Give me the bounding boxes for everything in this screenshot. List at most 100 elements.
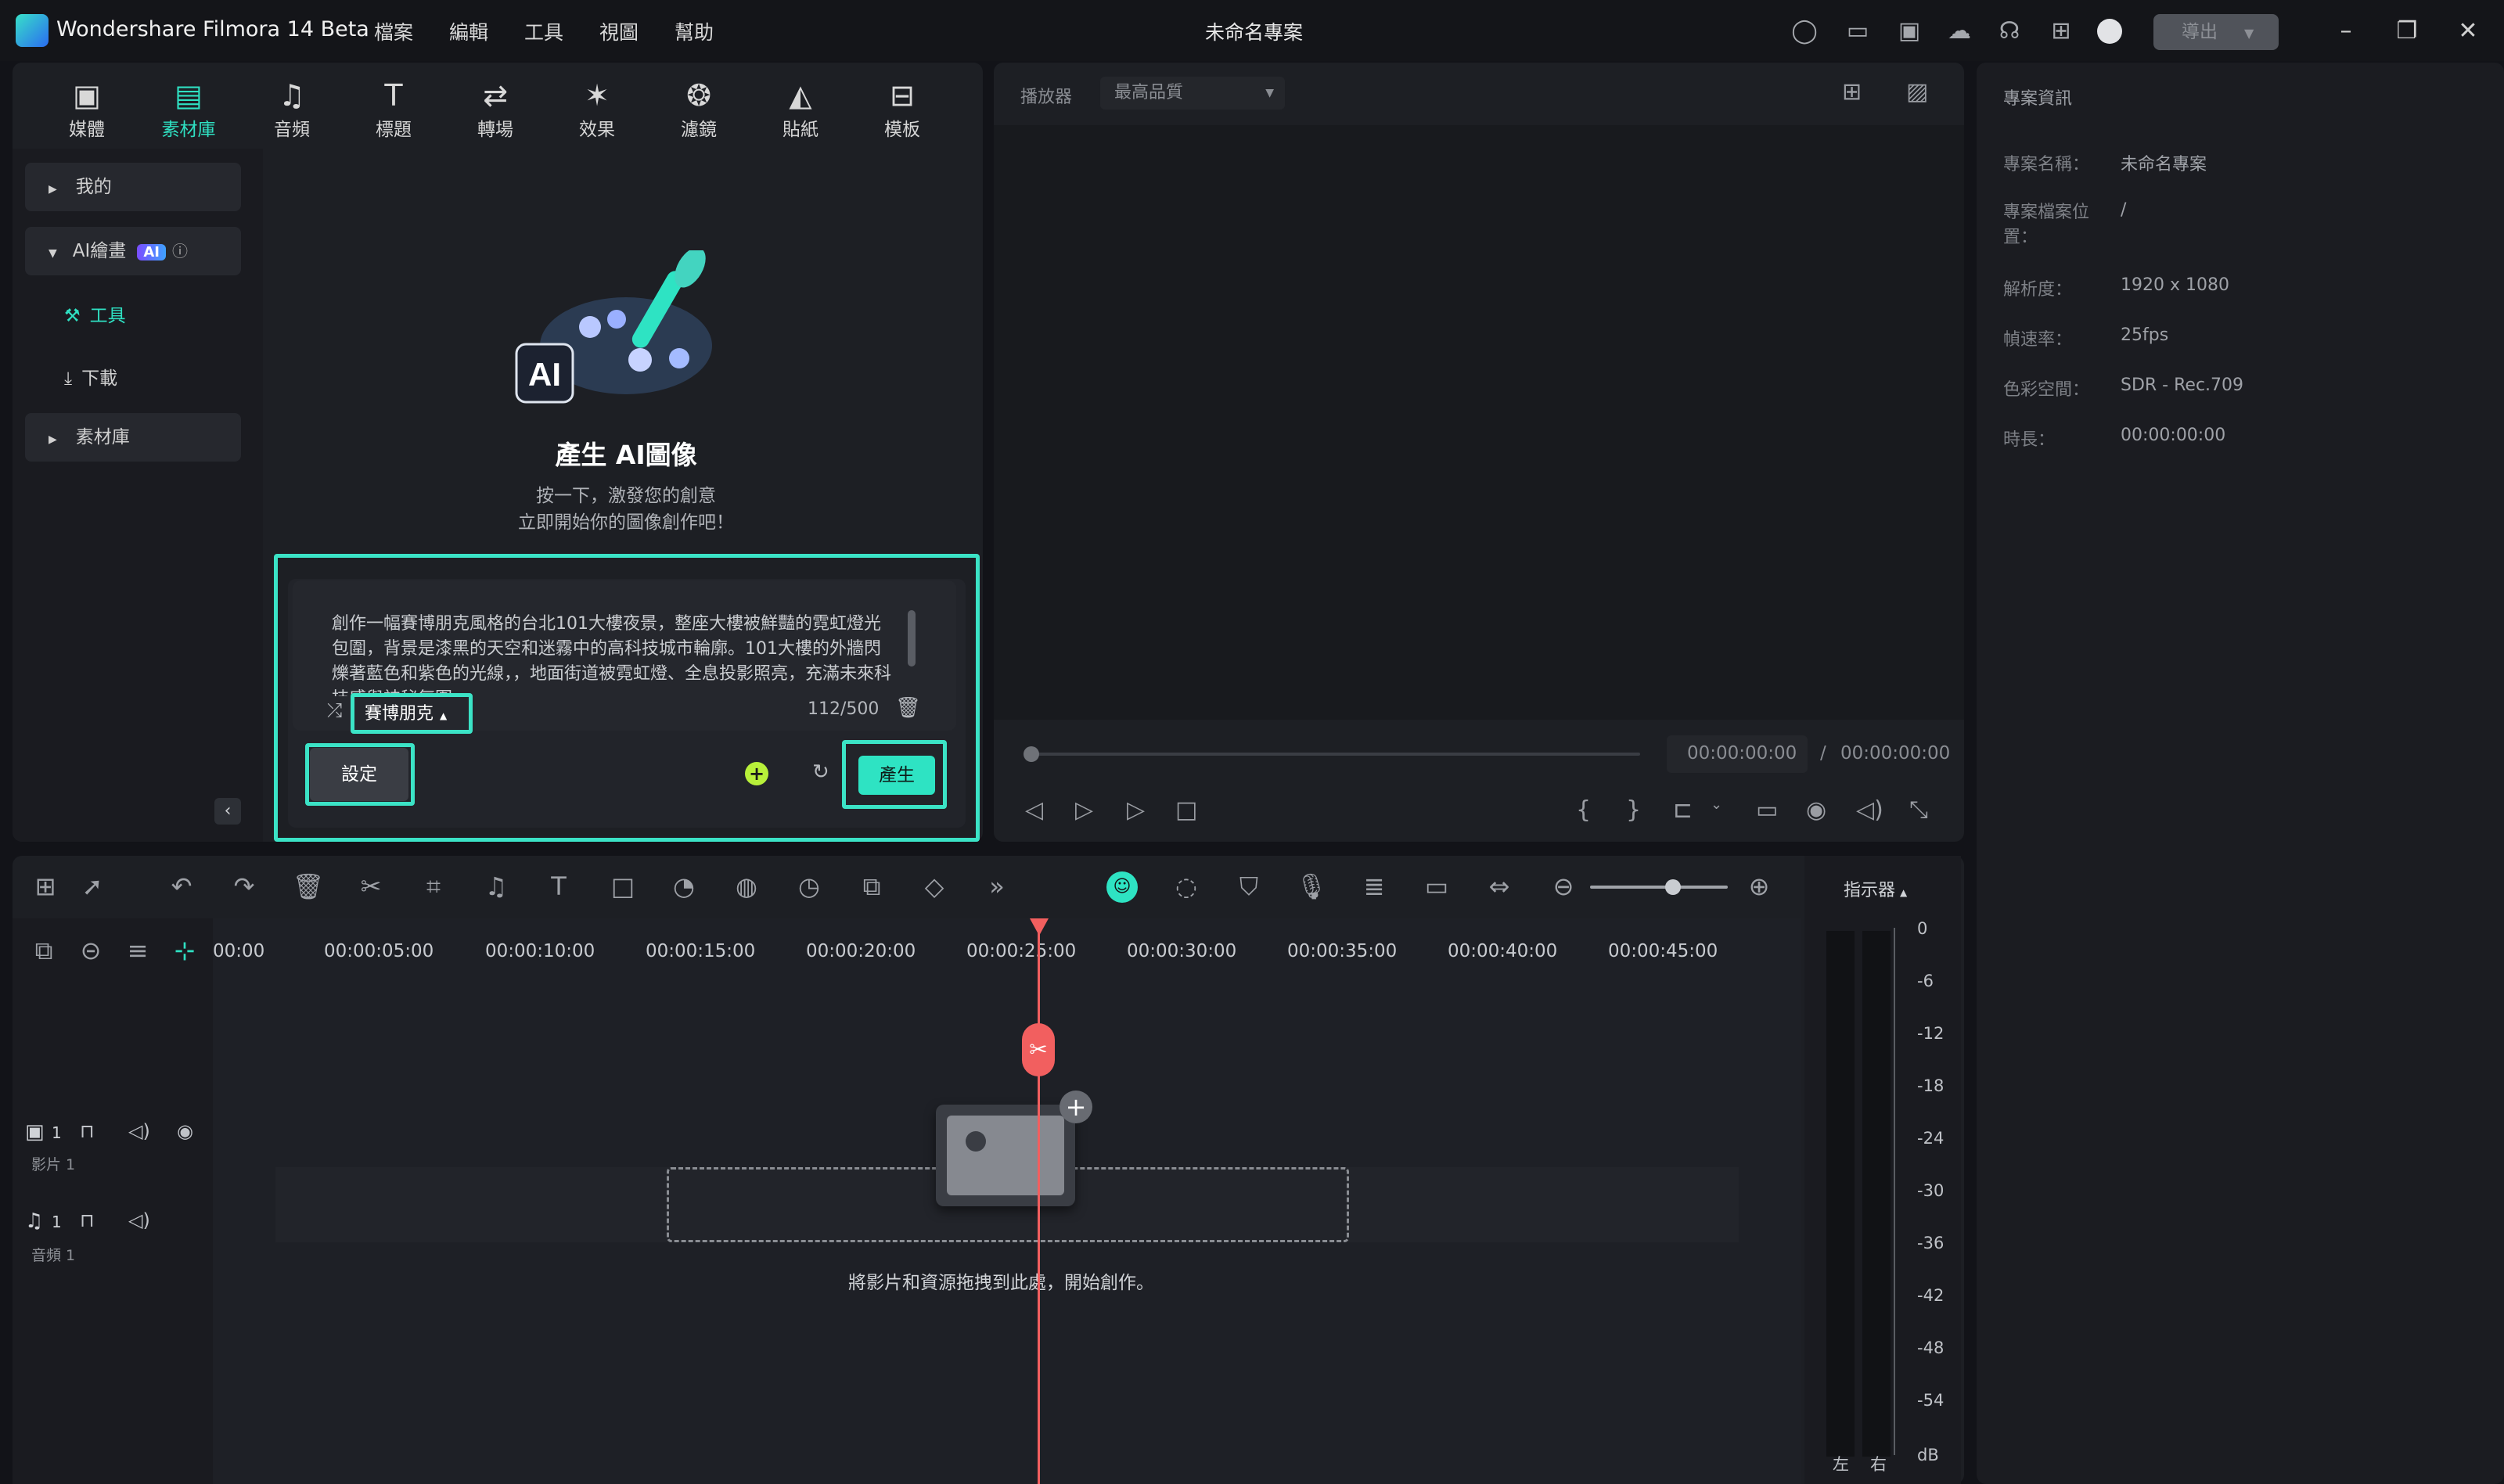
player-progress-track[interactable] — [1025, 753, 1640, 756]
render-icon[interactable]: ◌ — [1169, 871, 1203, 901]
select-tool-icon[interactable]: ➚ — [75, 871, 110, 901]
quality-select[interactable]: 最高品質 ▼ — [1100, 77, 1285, 110]
shape-tool-icon[interactable]: □ — [606, 871, 640, 901]
rotate-icon[interactable]: ◔ — [667, 871, 701, 901]
add-track-icon[interactable]: ⧉ — [27, 936, 61, 966]
meter-tick: -54 — [1917, 1391, 1945, 1410]
redo-icon[interactable]: ↷ — [227, 871, 261, 901]
layout-grid-icon[interactable]: ⊞ — [28, 871, 63, 901]
player-progress-knob[interactable] — [1024, 746, 1039, 762]
effects-icon: ✶ — [585, 78, 610, 113]
lock-icon[interactable]: ⊓ — [80, 1120, 95, 1142]
tab-templates[interactable]: ⊟ 模板 — [859, 77, 945, 146]
minimize-icon[interactable]: – — [2329, 14, 2363, 49]
add-media-icon[interactable]: + — [1060, 1091, 1092, 1123]
ai-assistant-icon[interactable]: ☺ — [1106, 871, 1138, 903]
zoom-slider-track[interactable] — [1590, 886, 1728, 889]
trash-icon[interactable]: 🗑 — [895, 696, 921, 720]
eye-icon[interactable]: ◉ — [177, 1120, 193, 1142]
text-tool-icon[interactable]: T — [541, 871, 576, 901]
menu-help[interactable]: 幫助 — [675, 17, 714, 45]
scissors-icon[interactable]: ✂ — [354, 871, 388, 901]
layout-icon[interactable]: ▭ — [1842, 16, 1873, 47]
prev-frame-icon[interactable]: ◁ — [1025, 796, 1043, 824]
export-button[interactable]: 導出 ▼ — [2153, 14, 2279, 50]
insert-icon[interactable]: ⊏ — [1673, 796, 1693, 824]
stop-icon[interactable]: □ — [1175, 796, 1197, 824]
save-icon[interactable]: ▣ — [1894, 16, 1925, 47]
apps-grid-icon[interactable]: ⊞ — [2045, 16, 2077, 47]
record-icon[interactable]: ◯ — [1789, 16, 1820, 47]
sidebar-item-stock[interactable]: ▶ 素材庫 — [25, 413, 241, 462]
playhead-line[interactable] — [1038, 918, 1040, 1484]
sidebar-item-mine[interactable]: ▶ 我的 — [25, 163, 241, 211]
zoom-in-icon[interactable]: ⊕ — [1742, 871, 1776, 901]
menu-view[interactable]: 視圖 — [599, 17, 639, 45]
fullscreen-icon[interactable]: ⤡ — [1909, 796, 1928, 824]
meter-dropdown[interactable]: 指示器 ▲ — [1844, 876, 1907, 901]
restore-icon[interactable]: ❐ — [2390, 14, 2424, 49]
play-icon[interactable]: ▷ — [1127, 796, 1145, 824]
marker-icon[interactable]: ⛉ — [1232, 871, 1266, 902]
menu-edit[interactable]: 編輯 — [449, 17, 488, 45]
refresh-icon[interactable]: ↻ — [812, 760, 829, 784]
tab-stickers[interactable]: ◭ 貼紙 — [757, 77, 844, 146]
menu-file[interactable]: 檔案 — [374, 17, 413, 45]
microphone-icon[interactable]: 🎙 — [1294, 871, 1329, 901]
more-tools-icon[interactable]: » — [980, 871, 1014, 901]
tab-stock[interactable]: ▤ 素材庫 — [146, 77, 232, 146]
volume-icon[interactable]: ◁) — [1856, 796, 1883, 824]
support-icon[interactable]: ☊ — [1994, 16, 2025, 47]
audio-mix-icon[interactable]: ≣ — [1357, 871, 1391, 901]
prompt-scrollbar[interactable] — [908, 610, 916, 667]
link-icon[interactable]: ⊝ — [74, 936, 108, 965]
tab-titles[interactable]: T 標題 — [351, 77, 437, 146]
tab-transitions[interactable]: ⇄ 轉場 — [452, 77, 538, 146]
shuffle-icon[interactable]: ⤮ — [327, 699, 342, 721]
preview-quality-icon[interactable]: ▭ — [1419, 871, 1454, 901]
close-icon[interactable]: ✕ — [2451, 14, 2485, 49]
fit-timeline-icon[interactable]: ⇔ — [1482, 871, 1516, 901]
compare-view-icon[interactable]: ⊞ — [1842, 78, 1862, 106]
ai-crop-icon[interactable]: ⧉ — [854, 871, 889, 902]
help-icon[interactable]: ⓘ — [172, 242, 188, 261]
generate-button[interactable]: 產生 — [858, 756, 935, 795]
zoom-slider-knob[interactable] — [1664, 879, 1681, 895]
tab-media[interactable]: ▣ 媒體 — [44, 77, 130, 146]
crop-icon[interactable]: ⌗ — [416, 871, 451, 902]
undo-icon[interactable]: ↶ — [164, 871, 199, 901]
mark-out-icon[interactable]: } — [1626, 796, 1641, 824]
snapshot-view-icon[interactable]: ▨ — [1906, 78, 1928, 106]
sidebar-item-ai-painting[interactable]: ▼ AI繪畫 AI ⓘ — [25, 227, 241, 275]
delete-icon[interactable]: 🗑 — [291, 871, 326, 901]
keyframe-icon[interactable]: ◇ — [917, 871, 952, 901]
mark-in-icon[interactable]: { — [1576, 796, 1591, 824]
collapse-sidebar-button[interactable]: ‹ — [214, 798, 241, 825]
speed-icon[interactable]: ◷ — [792, 871, 826, 901]
tab-effects[interactable]: ✶ 效果 — [554, 77, 640, 146]
settings-button[interactable]: 設定 — [310, 748, 408, 801]
sidebar-item-downloads[interactable]: ⤓ 下載 — [64, 363, 117, 390]
chevron-down-icon[interactable]: ⌄ — [1711, 796, 1722, 813]
next-frame-icon[interactable]: ▷ — [1075, 796, 1093, 824]
volume-icon[interactable]: ◁) — [128, 1209, 150, 1231]
sidebar-item-tools[interactable]: ⚒ 工具 — [64, 300, 126, 327]
cloud-upload-icon[interactable]: ☁ — [1944, 16, 1975, 47]
tab-filters[interactable]: ❂ 濾鏡 — [656, 77, 742, 146]
lock-icon[interactable]: ⊓ — [80, 1209, 95, 1231]
track-manager-icon[interactable]: ≡ — [121, 936, 155, 965]
menu-tools[interactable]: 工具 — [524, 17, 563, 45]
camera-icon[interactable]: ◉ — [1806, 796, 1826, 824]
prompt-input[interactable]: 創作一幅賽博朋克風格的台北101大樓夜景，整座大樓被鮮豔的霓虹燈光包圍，背景是漆… — [332, 612, 895, 696]
credits-add-icon[interactable]: + — [745, 762, 768, 785]
volume-icon[interactable]: ◁) — [128, 1120, 150, 1142]
tab-audio[interactable]: ♫ 音頻 — [249, 77, 335, 146]
color-icon[interactable]: ◍ — [729, 871, 764, 901]
audio-edit-icon[interactable]: ♫ — [479, 871, 513, 901]
avatar[interactable] — [2097, 19, 2122, 44]
snap-icon[interactable]: ⊹ — [167, 936, 202, 965]
render-preview-icon[interactable]: ▭ — [1756, 796, 1778, 824]
zoom-out-icon[interactable]: ⊖ — [1546, 871, 1581, 901]
split-scissors-icon[interactable]: ✂ — [1022, 1023, 1055, 1076]
style-tag-dropdown[interactable]: 賽博朋克 ▲ — [365, 699, 447, 724]
